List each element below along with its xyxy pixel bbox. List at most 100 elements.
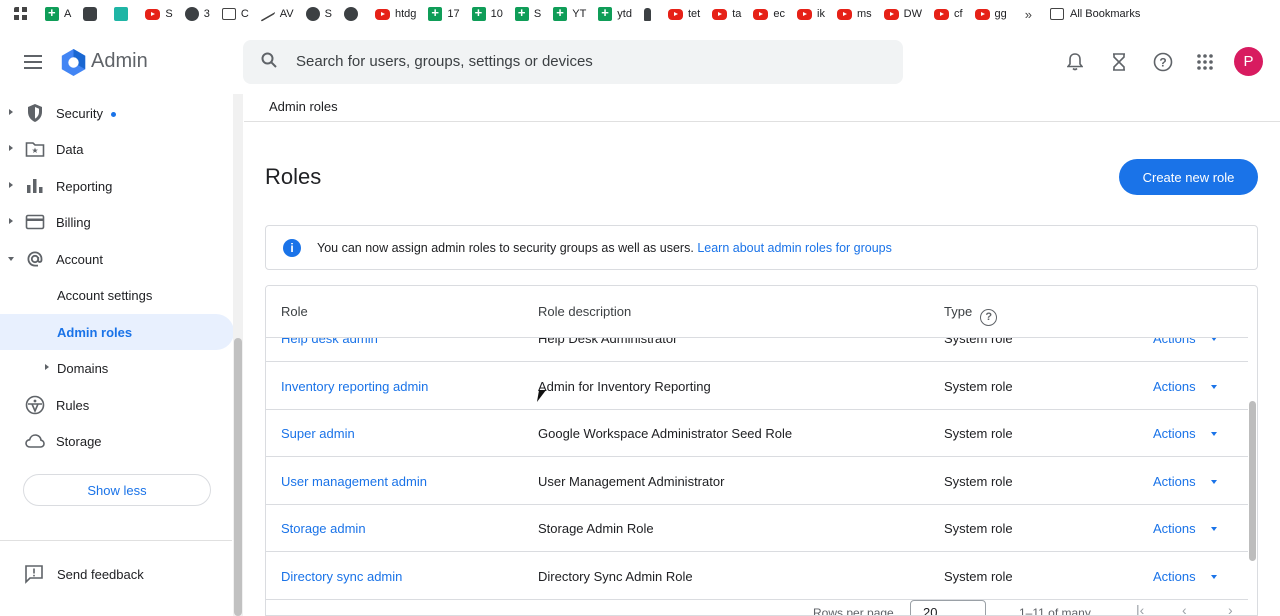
expand-arrow-icon[interactable] [9, 182, 13, 188]
show-less-button[interactable]: Show less [23, 474, 211, 506]
bookmark-item[interactable] [14, 0, 33, 28]
main-menu-icon[interactable] [24, 55, 42, 69]
expand-arrow-icon[interactable] [9, 109, 13, 115]
expand-arrow-icon[interactable] [9, 145, 13, 151]
bookmark-item[interactable]: C [221, 0, 249, 28]
youtube-icon [712, 8, 728, 20]
bookmark-item[interactable] [114, 0, 133, 28]
table-row[interactable]: Directory sync admin Directory Sync Admin… [266, 553, 1248, 600]
all-bookmarks-button[interactable]: All Bookmarks [1050, 8, 1140, 20]
column-header-description[interactable]: Role description [538, 304, 631, 319]
folder-icon [1050, 8, 1065, 20]
sidebar-item-rules[interactable]: Rules [0, 387, 234, 423]
apps-grid-icon [14, 7, 28, 21]
tasks-hourglass-icon[interactable] [1107, 50, 1131, 74]
chevron-down-icon[interactable] [1211, 527, 1217, 531]
sidebar-item-reporting[interactable]: Reporting [0, 168, 234, 204]
table-pagination: Rows per page 20 1–11 of many |‹ ‹ › [266, 600, 1248, 615]
sidebar-item-data[interactable]: Data [0, 131, 234, 167]
sidebar-item-admin-roles[interactable]: Admin roles [0, 314, 234, 350]
chevron-down-icon[interactable] [1211, 384, 1217, 389]
first-page-icon[interactable]: |‹ [1136, 602, 1144, 615]
expand-arrow-icon[interactable] [9, 218, 13, 224]
bookmark-item[interactable]: S [305, 0, 332, 28]
actions-menu-button[interactable]: Actions [1153, 569, 1196, 584]
help-icon[interactable]: ? [980, 309, 998, 326]
bookmark-item[interactable]: 17 [428, 0, 460, 28]
account-avatar[interactable]: P [1234, 47, 1263, 76]
bookmark-label: gg [994, 8, 1007, 20]
bookmark-item[interactable] [83, 0, 102, 28]
learn-more-link[interactable]: Learn about admin roles for groups [697, 241, 892, 255]
role-name-link[interactable]: Super admin [281, 426, 355, 441]
role-name-link[interactable]: Inventory reporting admin [281, 379, 428, 394]
bookmark-label: YT [572, 8, 587, 20]
bookmark-item[interactable] [643, 0, 656, 28]
column-header-type[interactable]: Type? [944, 304, 998, 326]
create-new-role-button[interactable]: Create new role [1119, 159, 1258, 195]
next-page-icon[interactable]: › [1228, 602, 1233, 615]
chevron-down-icon[interactable] [1211, 479, 1217, 484]
sidebar-item-account[interactable]: Account [0, 241, 234, 277]
apps-grid-icon[interactable] [1193, 50, 1217, 74]
help-icon[interactable]: ? [1151, 50, 1175, 74]
bookmark-item[interactable]: 10 [471, 0, 503, 28]
table-row[interactable]: Storage admin Storage Admin Role System ro… [266, 505, 1248, 552]
sidebar-item-security[interactable]: Security [0, 95, 234, 131]
notifications-bell-icon[interactable] [1063, 50, 1087, 74]
rows-per-page-select[interactable]: 20 [910, 600, 986, 615]
youtube-icon [374, 8, 390, 20]
bookmark-item[interactable]: ms [836, 0, 872, 28]
chevron-down-icon[interactable] [1211, 432, 1217, 436]
youtube-icon [753, 8, 769, 20]
bookmark-item[interactable]: ta [712, 0, 741, 28]
bookmark-item[interactable]: cf [933, 0, 963, 28]
bookmark-item[interactable]: DW [883, 0, 922, 28]
bookmark-item[interactable]: gg [974, 0, 1007, 28]
previous-page-icon[interactable]: ‹ [1182, 602, 1187, 615]
bookmark-item[interactable] [343, 0, 363, 28]
sidebar-item-storage[interactable]: Storage [0, 423, 234, 459]
sidebar-item-label: Security [56, 105, 103, 121]
expand-arrow-icon[interactable] [45, 364, 49, 370]
column-header-role[interactable]: Role [281, 304, 308, 319]
sidebar-item-domains[interactable]: Domains [0, 350, 234, 386]
role-name-link[interactable]: User management admin [281, 474, 427, 489]
roles-table-header: Role Role description Type? [266, 286, 1248, 338]
bookmark-item[interactable]: tet [667, 0, 700, 28]
sidebar-scrollbar-thumb[interactable] [234, 338, 242, 616]
search-input[interactable]: Search for users, groups, settings or de… [296, 53, 593, 70]
more-bookmarks-icon[interactable]: » [1025, 7, 1032, 22]
bookmark-item[interactable]: ec [753, 0, 785, 28]
actions-menu-button[interactable]: Actions [1153, 521, 1196, 536]
bookmark-item[interactable]: A [45, 0, 71, 28]
actions-menu-button[interactable]: Actions [1153, 426, 1196, 441]
search-bar[interactable]: Search for users, groups, settings or de… [243, 40, 903, 84]
collapse-arrow-icon[interactable] [8, 257, 14, 261]
actions-menu-button[interactable]: Actions [1153, 379, 1196, 394]
bookmark-item[interactable]: S [514, 0, 541, 28]
bookmark-item[interactable]: AV [260, 0, 294, 28]
bookmark-item[interactable]: 3 [184, 0, 210, 28]
youtube-icon [836, 8, 852, 20]
update-dot [110, 111, 116, 117]
bookmark-item[interactable]: YT [553, 0, 586, 28]
table-scrollbar-thumb[interactable] [1249, 401, 1256, 561]
bookmark-item[interactable]: ik [797, 0, 825, 28]
role-name-link[interactable]: Storage admin [281, 521, 366, 536]
actions-menu-button[interactable]: Actions [1153, 474, 1196, 489]
chevron-down-icon[interactable] [1211, 574, 1217, 579]
sidebar-item-label: Domains [57, 360, 109, 376]
table-row[interactable]: Inventory reporting admin Admin for Inven… [266, 363, 1248, 410]
bookmark-item[interactable]: ytd [598, 0, 632, 28]
bookmark-item[interactable]: S [145, 0, 173, 28]
sidebar-item-billing[interactable]: Billing [0, 204, 234, 240]
role-description: Directory Sync Admin Role [538, 568, 693, 584]
bookmark-item[interactable]: htdg [374, 0, 416, 28]
sidebar-item-account-settings[interactable]: Account settings [0, 277, 234, 313]
send-feedback-link[interactable]: Send feedback [24, 564, 144, 584]
table-row[interactable]: Super admin Google Workspace Administrato… [266, 410, 1248, 457]
table-row[interactable]: User management admin User Management Adm… [266, 458, 1248, 505]
role-name-link[interactable]: Directory sync admin [281, 569, 402, 584]
app-name[interactable]: Admin [91, 50, 148, 73]
